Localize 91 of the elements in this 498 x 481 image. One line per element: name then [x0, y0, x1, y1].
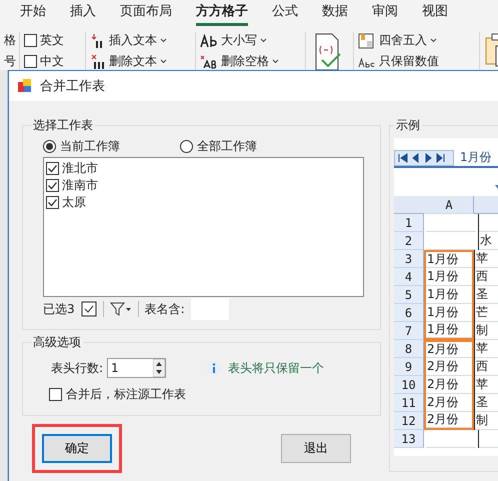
dialog-button[interactable]: 退出 [281, 434, 351, 463]
sheet-item[interactable]: 淮南市 [62, 177, 98, 194]
table-cell: 2月份 [426, 394, 472, 412]
row-number: 4 [394, 268, 424, 286]
table-cell: 芒 [475, 304, 498, 322]
table-cell: 圣 [475, 286, 498, 304]
ribbon-command[interactable]: 插入文本 [90, 32, 195, 49]
row-number: 5 [394, 286, 424, 304]
table-cell: 苹 [475, 340, 498, 358]
checkbox[interactable] [46, 196, 59, 209]
table-cell: 制 [475, 322, 498, 340]
table-cell: 西 [475, 268, 498, 286]
table-cell: 圣 [475, 394, 498, 412]
sheet-item[interactable]: 淮北市 [62, 160, 98, 177]
row-number: 7 [394, 322, 424, 340]
spin-arrows-icon[interactable] [153, 359, 166, 377]
row-number: 12 [394, 412, 424, 430]
dialog-title: 合并工作表 [40, 78, 105, 95]
row-number: 9 [394, 358, 424, 376]
letter-case-icon [200, 34, 218, 48]
row-number: 2 [394, 232, 424, 250]
row-number: 10 [394, 376, 424, 394]
ribbon-command[interactable]: 大小写 [200, 32, 305, 49]
info-text: 表头将只保留一个 [228, 360, 324, 376]
sheet-item[interactable]: 太原 [62, 194, 86, 211]
table-cell: 苹 [475, 250, 498, 268]
group-title: 选择工作表 [32, 117, 94, 134]
sheet-name: 1月份 [459, 149, 493, 166]
table-cell: 1月份 [426, 286, 472, 304]
table-cell: 1月份 [426, 304, 472, 322]
filter-icon[interactable] [110, 301, 132, 317]
ribbon-tab[interactable]: 页面布局 [120, 0, 172, 26]
table-cell: 西 [475, 358, 498, 376]
column-header: A [424, 196, 474, 214]
ribbon-command[interactable]: 删除空格 [200, 53, 305, 70]
ribbon-tab[interactable]: 插入 [70, 0, 96, 26]
checkbox[interactable] [46, 162, 59, 175]
abc-icon [358, 56, 376, 68]
ribbon-command[interactable]: 删除文本 [90, 53, 195, 70]
ribbon-tab[interactable]: 视图 [422, 0, 448, 26]
table-cell: 制 [475, 412, 498, 430]
checkbox-label: 中文 [40, 53, 64, 70]
checkbox[interactable] [24, 34, 37, 47]
header-rows-label: 表头行数: [51, 360, 104, 376]
table-cell: 苹 [475, 376, 498, 394]
ribbon-label: 号 [4, 53, 16, 70]
delete-space-icon [200, 54, 218, 68]
name-filter-label: 表名含: [144, 300, 185, 318]
dialog-button[interactable]: 确定 [42, 434, 112, 463]
name-filter-field[interactable] [190, 298, 229, 320]
ribbon-command[interactable]: 四舍五入 [358, 32, 479, 49]
table-cell: 2月份 [426, 412, 472, 428]
ribbon-tab[interactable]: 方方格子 [196, 0, 248, 26]
group-title: 示例 [395, 117, 421, 134]
table-cell: 1月份 [426, 268, 472, 286]
group-title: 高级选项 [32, 334, 82, 351]
table-cell: 1月份 [426, 252, 472, 268]
selected-count: 已选3 [43, 300, 75, 318]
row-number: 3 [394, 250, 424, 268]
ribbon-tab[interactable]: 公式 [272, 0, 298, 26]
table-cell: 水 [479, 232, 498, 250]
sheet-nav-buttons [394, 150, 454, 166]
delete-text-icon [90, 54, 106, 70]
round-icon [358, 32, 376, 48]
row-number: 8 [394, 340, 424, 358]
row-number: 11 [394, 394, 424, 412]
row-number: 13 [394, 430, 424, 448]
table-cell: 2月份 [426, 342, 472, 358]
row-number: 1 [394, 214, 424, 232]
checkbox-label: 英文 [40, 32, 64, 49]
ribbon-command[interactable]: 只保留数值 [358, 53, 479, 70]
checkbox[interactable] [49, 388, 62, 400]
checkbox[interactable] [24, 55, 37, 68]
ribbon-tab[interactable]: 开始 [20, 0, 46, 26]
radio-label: 当前工作簿 [60, 138, 120, 155]
table-cell: 1月份 [426, 322, 472, 338]
ribbon-tab[interactable]: 审阅 [372, 0, 398, 26]
checkbox[interactable] [46, 179, 59, 192]
info-icon [206, 360, 222, 376]
ribbon-label: 格 [4, 32, 16, 49]
checkbox-label: 合并后，标注源工作表 [66, 386, 186, 402]
app-icon [18, 79, 32, 93]
table-cell: 2月份 [426, 358, 472, 376]
row-number: 6 [394, 304, 424, 322]
select-all-icon[interactable] [80, 301, 97, 317]
radio-button[interactable] [180, 140, 193, 153]
table-cell: 2月份 [426, 376, 472, 394]
radio-label: 全部工作簿 [197, 138, 257, 155]
ribbon-tab[interactable]: 数据 [322, 0, 348, 26]
header-rows-spinner[interactable]: 1 [107, 358, 166, 378]
radio-button[interactable] [43, 140, 56, 153]
